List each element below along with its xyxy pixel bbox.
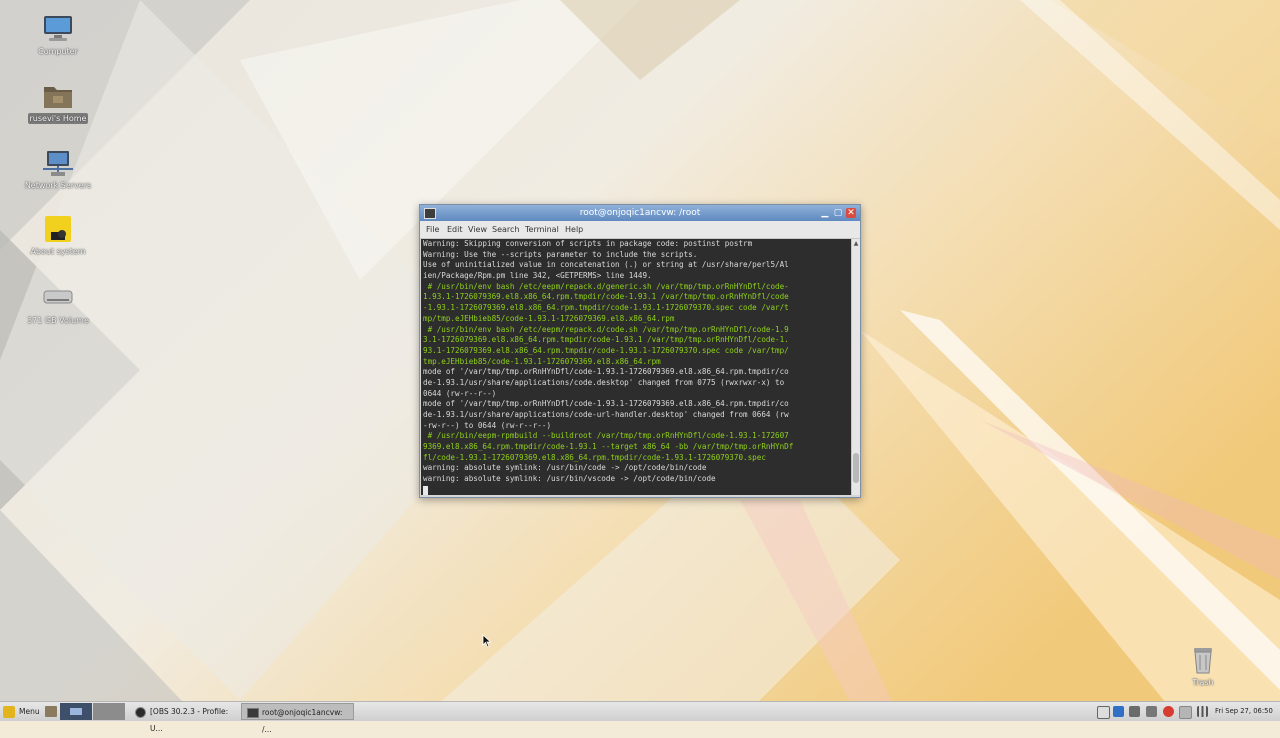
menu-button[interactable]: Menu — [3, 702, 40, 721]
workspace-1[interactable] — [60, 703, 92, 720]
tray-volume-icon[interactable] — [1146, 706, 1157, 717]
desktop-icon-network-servers[interactable]: Network Servers — [8, 148, 108, 191]
window-titlebar[interactable]: root@onjoqic1ancvw: /root ▁ ▢ ✕ — [420, 205, 860, 221]
minimize-button[interactable]: ▁ — [820, 208, 830, 218]
desktop-icon-label: About system — [30, 247, 86, 256]
workspace-2[interactable] — [93, 703, 125, 720]
desktop-icon-label: Computer — [38, 47, 78, 56]
desktop-icon-label: rusevi's Home — [27, 113, 89, 124]
tray-clipboard-icon[interactable] — [1097, 706, 1110, 719]
terminal-line: 3.1-1726079369.el8.x86_64.rpm.tmpdir/cod… — [423, 335, 789, 345]
tray-network-icon[interactable] — [1197, 706, 1208, 717]
trash-icon — [1186, 645, 1220, 675]
home-folder-icon — [41, 81, 75, 111]
terminal-line: Warning: Skipping conversion of scripts … — [423, 239, 753, 248]
menu-view[interactable]: View — [468, 224, 487, 235]
computer-icon — [41, 14, 75, 44]
tray-notes-icon[interactable] — [1179, 706, 1192, 719]
scrollbar-thumb[interactable] — [853, 453, 859, 483]
desktop-icon-trash[interactable]: Trash — [1153, 645, 1253, 688]
terminal-line: fl/code-1.93.1-1726079369.el8.x86_64.rpm… — [423, 452, 766, 462]
obs-icon — [135, 707, 146, 718]
terminal-window[interactable]: root@onjoqic1ancvw: /root ▁ ▢ ✕ File Edi… — [419, 204, 861, 498]
terminal-line: mode of '/var/tmp/tmp.orRnHYnDfl/code-1.… — [423, 399, 789, 409]
terminal-line: # /usr/bin/env bash /etc/eepm/repack.d/c… — [423, 324, 789, 334]
terminal-line: # /usr/bin/eepm-rpmbuild --buildroot /va… — [423, 431, 789, 441]
terminal-line: tmp.eJEHbieb85/code-1.93.1-1726079369.el… — [423, 356, 661, 366]
tray-bluetooth-icon[interactable] — [1113, 706, 1124, 717]
terminal-line: de-1.93.1/usr/share/applications/code.de… — [423, 377, 785, 387]
terminal-line: # /usr/bin/env bash /etc/eepm/repack.d/g… — [423, 281, 789, 291]
maximize-button[interactable]: ▢ — [833, 208, 843, 218]
app-menu-icon — [3, 706, 15, 718]
terminal-line: 0644 (rw-r--r--) — [423, 388, 497, 398]
mouse-cursor-icon — [482, 634, 492, 648]
terminal-line: 1.93.1-1726079369.el8.x86_64.rpm.tmpdir/… — [423, 292, 789, 302]
desktop-icon-about-system[interactable]: About system — [8, 214, 108, 257]
terminal-line: mode of '/var/tmp/tmp.orRnHYnDfl/code-1.… — [423, 367, 789, 377]
terminal-cursor — [423, 485, 428, 495]
terminal-line: warning: absolute symlink: /usr/bin/vsco… — [423, 474, 716, 484]
tray-keyboard-icon[interactable] — [1129, 706, 1140, 717]
tray-update-icon[interactable] — [1163, 706, 1174, 717]
terminal-line: 9369.el8.x86_64.rpm.tmpdir/code-1.93.1 -… — [423, 442, 794, 452]
terminal-line: de-1.93.1/usr/share/applications/code-ur… — [423, 410, 789, 419]
terminal-line: Warning: Use the --scripts parameter to … — [423, 249, 698, 259]
desktop-icon-label: Trash — [1192, 678, 1214, 687]
menu-button-label: Menu — [19, 707, 40, 716]
terminal-output[interactable]: Warning: Skipping conversion of scripts … — [421, 239, 851, 495]
window-title: root@onjoqic1ancvw: /root — [579, 208, 701, 218]
task-obs[interactable]: [OBS 30.2.3 - Profile: U... — [130, 703, 240, 733]
desktop-icon-label: Network Servers — [24, 181, 92, 190]
terminal-line: 93.1-1726079369.el8.x86_64.rpm.tmpdir/co… — [423, 345, 789, 355]
task-terminal[interactable]: root@onjoqic1ancvw: /... — [241, 703, 354, 734]
terminal-line: warning: absolute symlink: /usr/bin/code… — [423, 463, 707, 473]
menu-search[interactable]: Search — [492, 224, 519, 235]
close-button[interactable]: ✕ — [846, 208, 856, 218]
task-label: [OBS 30.2.3 - Profile: U... — [150, 707, 229, 733]
taskbar: Menu [OBS 30.2.3 - Profile: U... root@on… — [0, 701, 1280, 734]
menu-edit[interactable]: Edit — [447, 224, 463, 235]
menu-terminal[interactable]: Terminal — [525, 224, 559, 235]
file-manager-launcher-icon[interactable] — [45, 706, 57, 717]
clock[interactable]: Fri Sep 27, 06:50 — [1215, 702, 1273, 721]
task-label: root@onjoqic1ancvw: /... — [262, 708, 343, 734]
network-servers-icon — [41, 148, 75, 178]
terminal-icon — [247, 708, 259, 718]
desktop-icon-computer[interactable]: Computer — [8, 14, 108, 57]
terminal-line: mp/tmp.eJEHbieb85/code-1.93.1-1726079369… — [423, 313, 675, 323]
desktop-icon-volume[interactable]: 371 GB Volume — [8, 283, 108, 326]
terminal-line: Use of uninitialized value in concatenat… — [423, 260, 789, 270]
menu-file[interactable]: File — [426, 224, 439, 235]
terminal-menubar: File Edit View Search Terminal Help — [420, 221, 860, 239]
menu-help[interactable]: Help — [565, 224, 583, 235]
drive-volume-icon — [41, 283, 75, 313]
terminal-line: -1.93.1-1726079369.el8.x86_64.rpm.tmpdir… — [423, 303, 789, 313]
basealt-logo-icon — [41, 214, 75, 244]
desktop-icon-label: 371 GB Volume — [27, 316, 89, 325]
terminal-line: ien/Package/Rpm.pm line 342, <GETPERMS> … — [423, 271, 652, 281]
desktop-icon-home[interactable]: rusevi's Home — [8, 81, 108, 124]
scroll-up-icon[interactable]: ▲ — [853, 241, 859, 247]
terminal-line: -rw-r--) to 0644 (rw-r--r--) — [423, 420, 552, 430]
terminal-scrollbar[interactable]: ▲ — [851, 239, 860, 495]
